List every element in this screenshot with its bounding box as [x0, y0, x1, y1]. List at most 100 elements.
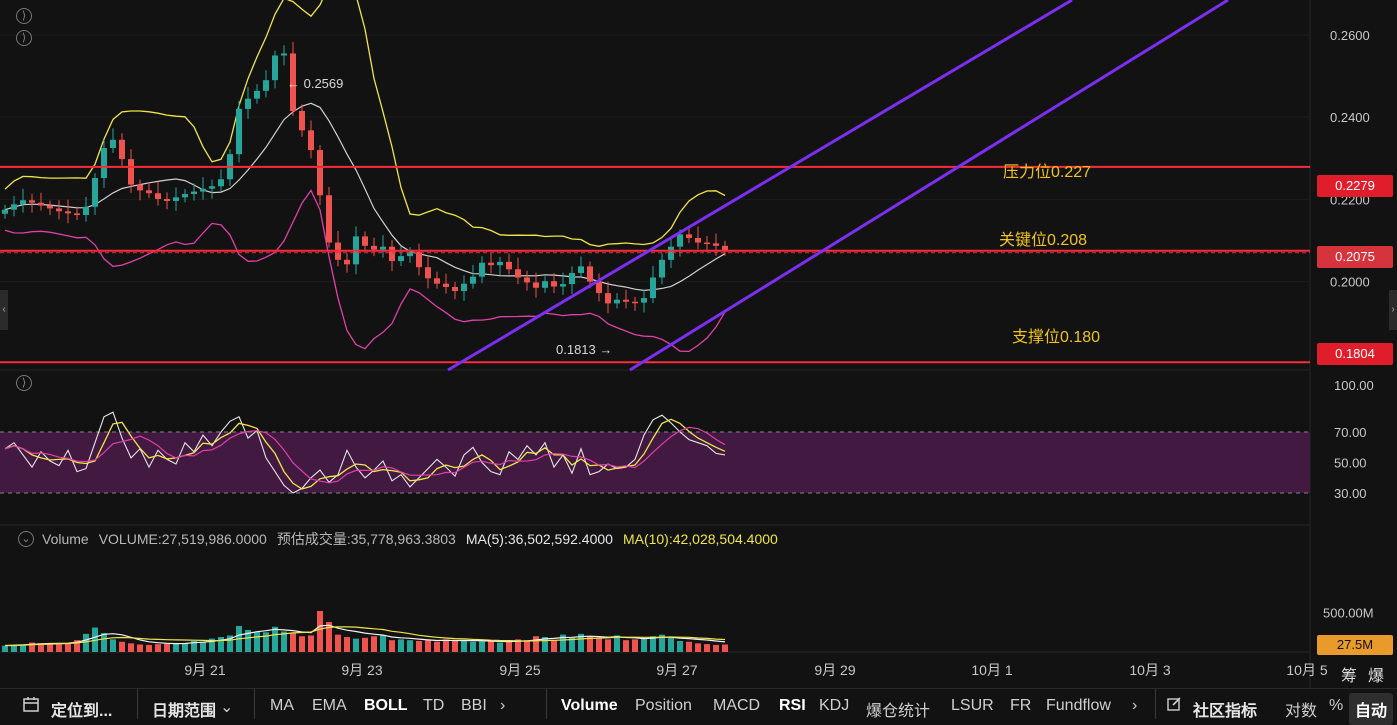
volume-bar [2, 645, 8, 652]
volume-bar [182, 642, 188, 652]
volume-bar [416, 640, 422, 652]
candle-body [443, 283, 449, 287]
candle-body [524, 277, 530, 283]
rsi-toggle[interactable]: ⟩ [16, 375, 32, 391]
rsi-tick-label: 50.00 [1334, 456, 1367, 471]
candle-body [686, 234, 692, 239]
resistance-label: 压力位0.227 [1003, 164, 1092, 181]
chip-tab[interactable]: 筹 [1341, 662, 1357, 686]
collapse-toggle-2[interactable]: ⟩ [16, 30, 32, 46]
volume-bar [83, 633, 89, 652]
left-edge-handle[interactable]: ‹ [0, 290, 8, 330]
volume-bar [533, 636, 539, 652]
candle-body [317, 150, 323, 196]
volume-bar [110, 639, 116, 652]
indicator-tab[interactable]: KDJ [819, 697, 849, 715]
candle-body [155, 193, 161, 199]
candle-body [461, 283, 467, 292]
candle-body [695, 238, 701, 243]
volume-bar [425, 640, 431, 652]
volume-bar [344, 637, 350, 652]
indicator-bbi[interactable]: BBI [461, 697, 487, 715]
volume-bar [524, 640, 530, 652]
volume-bar [407, 640, 413, 652]
indicator-boll[interactable]: BOLL [364, 697, 408, 715]
more-left-button[interactable]: › [500, 697, 505, 715]
volume-bar [119, 641, 125, 652]
calendar-icon[interactable] [22, 695, 40, 718]
rsi-tick-label: 30.00 [1334, 486, 1367, 501]
indicator-tab[interactable]: RSI [779, 697, 806, 715]
volume-bar [434, 641, 440, 652]
high-marker: ← 0.2569 [287, 76, 343, 91]
volume-bar [398, 639, 404, 652]
candle-body [101, 148, 107, 179]
volume-bar [317, 611, 323, 652]
liquidation-tab[interactable]: 爆 [1368, 662, 1384, 686]
indicator-tab[interactable]: MACD [713, 697, 760, 715]
volume-bar [695, 643, 701, 652]
edit-icon[interactable] [1166, 696, 1182, 717]
indicator-tab[interactable]: Volume [561, 697, 618, 715]
candle-body [182, 194, 188, 198]
candle-body [245, 98, 251, 109]
candle-body [533, 282, 539, 288]
candle-body [560, 284, 566, 287]
more-right-button[interactable]: › [1132, 697, 1137, 715]
volume-bar [488, 640, 494, 652]
volume-bar [299, 636, 305, 652]
chart-canvas[interactable]: 0.26000.24000.22000.2000100.0070.0050.00… [0, 0, 1397, 688]
candle-body [146, 190, 152, 194]
indicator-tab[interactable]: Fundflow [1046, 697, 1111, 715]
key-level-label: 关键位0.208 [999, 232, 1088, 249]
price-tick-label: 0.2000 [1330, 275, 1370, 290]
rsi-tick-label: 70.00 [1334, 425, 1367, 440]
volume-legend-ma10: MA(10):42,028,504.4000 [622, 531, 778, 547]
volume-bar [128, 643, 134, 652]
candle-body [614, 299, 620, 304]
candle-body [236, 108, 242, 155]
right-edge-handle[interactable]: › [1389, 290, 1397, 330]
date-range-button[interactable]: 日期范围 [152, 697, 216, 721]
bottom-toolbar: 定位到... 日期范围 ⌄ › › 社区指标 对数 % 自动 MA EMA BOLL… [0, 688, 1397, 725]
percent-scale-button[interactable]: % [1329, 697, 1343, 715]
volume-bar [137, 644, 143, 652]
indicator-tab[interactable]: LSUR [951, 697, 994, 715]
locate-button[interactable]: 定位到... [51, 697, 112, 721]
indicator-ema[interactable]: EMA [312, 697, 347, 715]
candle-body [389, 246, 395, 262]
candle-body [200, 188, 206, 192]
candle-body [47, 205, 53, 209]
candle-body [713, 243, 719, 246]
candle-body [272, 55, 278, 81]
rsi-tick-label: 100.00 [1334, 378, 1374, 393]
volume-bar [353, 638, 359, 652]
volume-bar [623, 640, 629, 652]
candle-body [677, 234, 683, 247]
indicator-tab[interactable]: FR [1010, 697, 1031, 715]
community-indicators-button[interactable]: 社区指标 [1193, 697, 1257, 721]
volume-bar [272, 626, 278, 652]
volume-bar [362, 637, 368, 652]
volume-toggle[interactable]: ⌄ [18, 531, 34, 547]
volume-bar [677, 640, 683, 652]
indicator-td[interactable]: TD [423, 697, 444, 715]
volume-bar [20, 644, 26, 652]
volume-bar [605, 639, 611, 652]
volume-bar [443, 639, 449, 652]
volume-bar [254, 631, 260, 652]
collapse-toggle-1[interactable]: ⟩ [16, 8, 32, 24]
indicator-tab[interactable]: 爆仓统计 [866, 697, 930, 721]
time-tick-label: 10月 3 [1129, 662, 1170, 678]
candle-body [542, 281, 548, 288]
candle-body [434, 278, 440, 284]
indicator-ma[interactable]: MA [270, 697, 294, 715]
time-tick-label: 9月 23 [341, 662, 382, 678]
candle-body [362, 236, 368, 246]
auto-scale-button[interactable]: 自动 [1349, 693, 1394, 725]
price-tag-current: 0.2075 [1317, 246, 1393, 268]
indicator-tab[interactable]: Position [635, 697, 692, 715]
log-scale-button[interactable]: 对数 [1285, 697, 1317, 721]
volume-bar [641, 638, 647, 652]
volume-legend-name: Volume [42, 531, 89, 547]
